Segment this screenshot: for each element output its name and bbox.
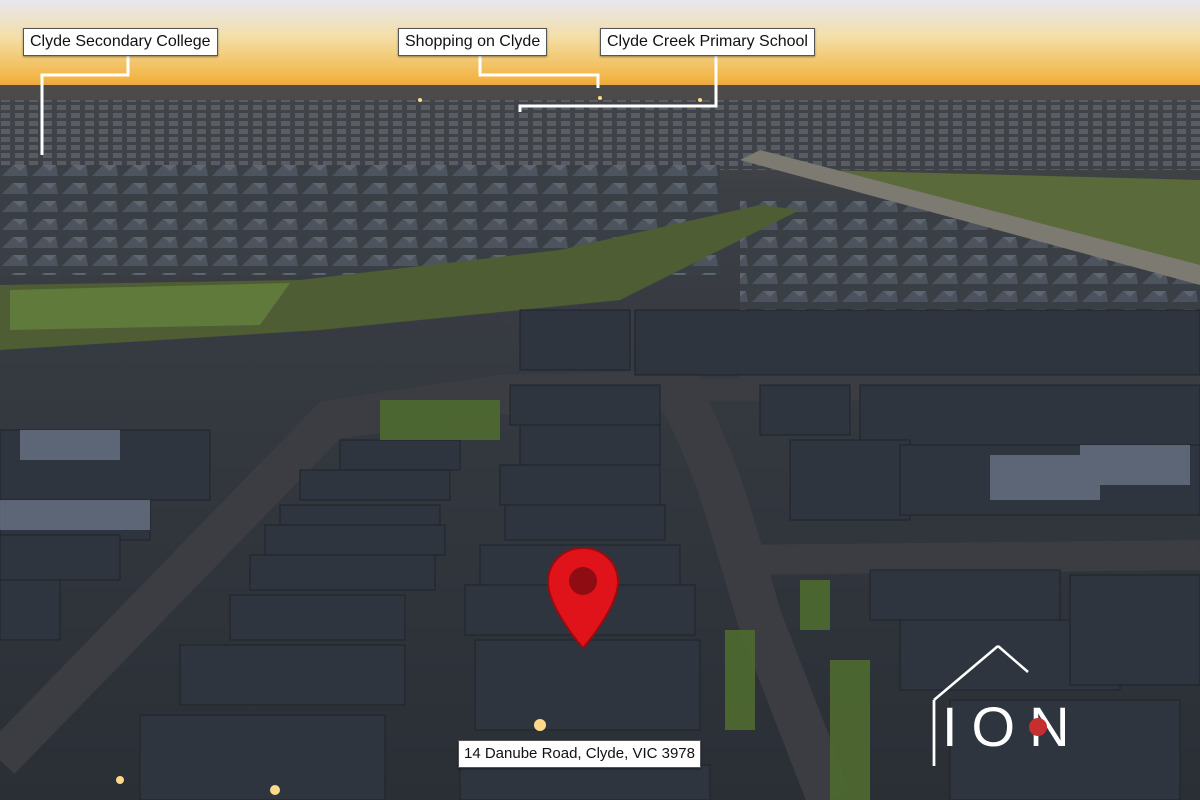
label-clyde-secondary-college: Clyde Secondary College <box>23 28 218 56</box>
ion-house-logo: ION <box>932 645 1084 766</box>
label-property-address: 14 Danube Road, Clyde, VIC 3978 <box>458 740 701 768</box>
location-pin-icon <box>546 546 620 650</box>
label-shopping-on-clyde: Shopping on Clyde <box>398 28 548 56</box>
logo-text: ION <box>942 695 1084 758</box>
label-clyde-creek-primary-school: Clyde Creek Primary School <box>600 28 815 56</box>
